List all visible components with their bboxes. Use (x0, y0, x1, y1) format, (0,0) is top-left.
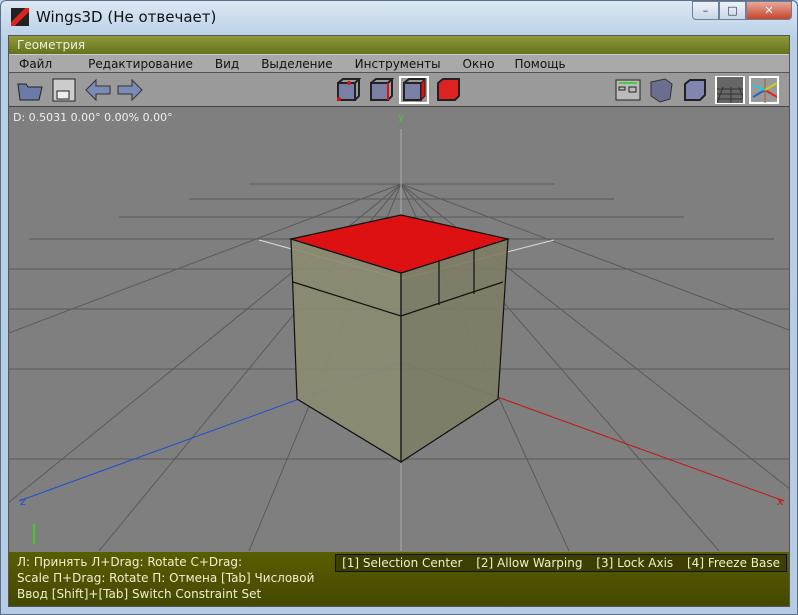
constraint-panel: [1] Selection Center [2] Allow Warping [… (335, 554, 787, 572)
status-line-3: Ввод [Shift]+[Tab] Switch Constraint Set (17, 587, 262, 601)
undo-arrow-icon[interactable] (83, 76, 113, 104)
constraint-selection-center: [1] Selection Center (342, 556, 463, 570)
menu-tools[interactable]: Инструменты (343, 55, 451, 72)
menu-edit[interactable]: Редактирование (62, 55, 203, 72)
minimize-button[interactable]: – (692, 1, 719, 20)
face-select-mode-icon[interactable] (399, 76, 429, 104)
constraint-freeze-base: [4] Freeze Base (687, 556, 780, 570)
constraint-allow-warping: [2] Allow Warping (476, 556, 583, 570)
workmode-icon[interactable] (613, 76, 643, 104)
axes-toggle-icon[interactable] (749, 76, 779, 104)
status-bar: Л: Принять Л+Drag: Rotate С+Drag: Scale … (9, 552, 789, 606)
menu-window[interactable]: Окно (451, 55, 505, 72)
status-line-2: Scale П+Drag: Rotate П: Отмена [Tab] Чис… (17, 571, 315, 585)
wings-client-area: Геометрия Файл Редактирование Вид Выделе… (8, 35, 790, 607)
ground-grid-icon[interactable] (715, 76, 745, 104)
object-select-mode-icon[interactable] (433, 76, 463, 104)
edge-select-mode-icon[interactable] (366, 76, 396, 104)
redo-arrow-icon[interactable] (115, 76, 145, 104)
x-axis-label: x (777, 495, 784, 508)
title-bar[interactable]: Wings3D (Не отвечает) – □ ✕ (0, 0, 798, 34)
smooth-shading-icon[interactable] (646, 76, 676, 104)
menu-help[interactable]: Помощь (504, 55, 575, 72)
menu-select[interactable]: Выделение (249, 55, 342, 72)
geometry-window-bar[interactable]: Геометрия (9, 36, 789, 54)
save-icon[interactable] (49, 76, 79, 104)
menu-view[interactable]: Вид (203, 55, 249, 72)
open-folder-icon[interactable] (15, 76, 45, 104)
vertex-select-mode-icon[interactable] (333, 76, 363, 104)
window-title: Wings3D (Не отвечает) (36, 8, 217, 26)
close-button[interactable]: ✕ (746, 1, 792, 20)
wings3d-app-icon (11, 8, 29, 26)
3d-viewport[interactable]: y z x (9, 109, 789, 551)
constraint-lock-axis: [3] Lock Axis (596, 556, 674, 570)
flat-shading-icon[interactable] (680, 76, 710, 104)
maximize-button[interactable]: □ (719, 1, 746, 20)
menu-file[interactable]: Файл (9, 55, 62, 72)
info-readout: D: 0.5031 0.00° 0.00% 0.00° (13, 111, 173, 124)
toolbar (9, 73, 789, 107)
z-axis-label: z (20, 495, 26, 508)
menu-bar: Файл Редактирование Вид Выделение Инстру… (9, 54, 789, 73)
